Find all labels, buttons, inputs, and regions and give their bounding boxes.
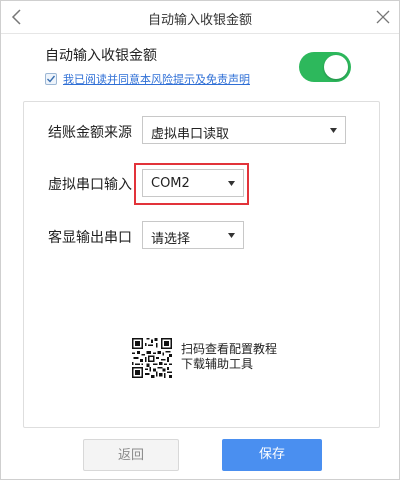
toggle-knob <box>324 55 348 79</box>
settings-panel <box>23 101 380 428</box>
amount-source-label: 结账金额来源 <box>48 125 132 141</box>
title-bar: 自动输入收银金额 <box>1 1 399 34</box>
help-text: 扫码查看配置教程 下载辅助工具 <box>181 342 277 372</box>
amount-source-select[interactable]: 虚拟串口读取 <box>142 116 346 144</box>
checkmark-icon <box>47 75 56 83</box>
dropdown-arrow-icon <box>228 233 235 238</box>
agreement-row: 我已阅读并同意本风险提示及免责声明 <box>45 71 250 87</box>
save-button[interactable]: 保存 <box>222 439 322 471</box>
agreement-checkbox[interactable] <box>45 73 57 85</box>
dialog: 自动输入收银金额 自动输入收银金额 我已阅读并同意本风险提示及免责声明 结账金额… <box>0 0 400 480</box>
back-button[interactable]: 返回 <box>83 439 179 471</box>
close-button[interactable] <box>373 7 393 27</box>
dialog-title: 自动输入收银金额 <box>147 13 252 28</box>
help-text-download: 下载辅助工具 <box>181 357 254 371</box>
amount-source-value: 虚拟串口读取 <box>151 127 230 142</box>
virtual-port-select[interactable]: COM2 <box>142 169 244 197</box>
virtual-port-value: COM2 <box>151 176 190 191</box>
display-port-select[interactable]: 请选择 <box>142 221 244 249</box>
auto-input-toggle[interactable] <box>299 52 351 82</box>
close-icon <box>376 10 390 24</box>
virtual-port-label: 虚拟串口输入 <box>48 177 132 193</box>
agreement-link[interactable]: 我已阅读并同意本风险提示及免责声明 <box>63 71 250 87</box>
help-text-tutorial: 扫码查看配置教程 <box>181 342 278 356</box>
dropdown-arrow-icon <box>330 128 337 133</box>
dropdown-arrow-icon <box>228 181 235 186</box>
qr-code-icon <box>132 338 172 378</box>
display-port-label: 客显输出串口 <box>48 230 132 246</box>
display-port-value: 请选择 <box>151 232 191 247</box>
auto-input-label: 自动输入收银金额 <box>45 48 157 64</box>
